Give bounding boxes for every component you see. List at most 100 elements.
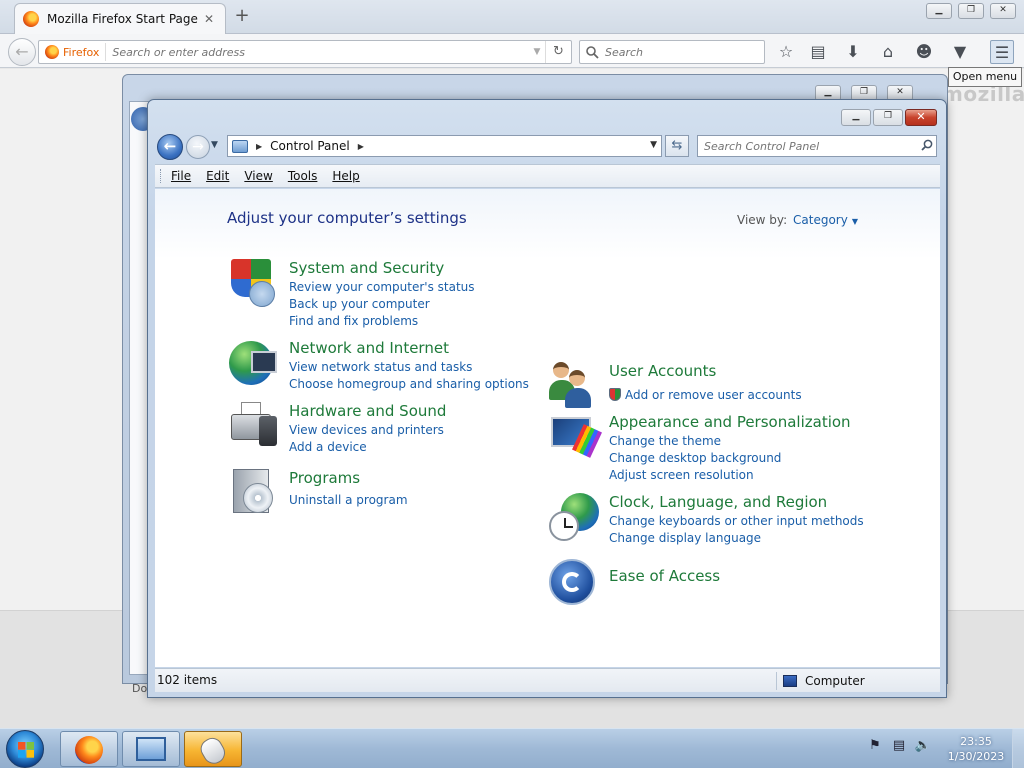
uac-shield-icon <box>609 388 621 401</box>
category-link[interactable]: Uninstall a program <box>289 493 408 507</box>
category-link[interactable]: Add a device <box>289 440 367 454</box>
cp-maximize-button[interactable]: ❐ <box>873 109 903 126</box>
windows-logo-icon <box>18 742 34 758</box>
volume-muted-icon[interactable]: 🔈 <box>914 737 932 755</box>
search-input[interactable] <box>605 45 755 59</box>
taskbar-control-panel-button[interactable] <box>122 731 180 767</box>
search-icon <box>586 45 599 59</box>
tab-mozilla-start-page[interactable]: Mozilla Firefox Start Page ✕ <box>14 3 226 34</box>
taskbar-mouse-button[interactable] <box>184 731 242 768</box>
category-title[interactable]: Appearance and Personalization <box>609 413 851 431</box>
view-by-value: Category <box>793 213 848 227</box>
category-link[interactable]: Change the theme <box>609 434 721 448</box>
cp-close-button[interactable]: ✕ <box>905 109 937 126</box>
firefox-identity-icon <box>45 45 59 59</box>
users-icon <box>549 360 597 408</box>
search-bar[interactable] <box>579 40 765 64</box>
new-tab-button[interactable]: + <box>232 6 252 26</box>
cp-minimize-button[interactable]: ▁ <box>841 109 871 126</box>
tab-close-icon[interactable]: ✕ <box>201 11 217 27</box>
category-title[interactable]: Clock, Language, and Region <box>609 493 827 511</box>
refresh-icon[interactable]: ⇆ <box>665 135 689 157</box>
printer-icon <box>229 402 277 450</box>
category-link[interactable]: Add or remove user accounts <box>609 388 802 402</box>
pocket-icon[interactable]: ▼ <box>948 40 972 64</box>
category-link[interactable]: Find and fix problems <box>289 314 418 328</box>
category-link[interactable]: Change keyboards or other input methods <box>609 514 864 528</box>
menu-grip <box>160 169 163 183</box>
recent-pages-dropdown-icon[interactable]: ▼ <box>211 140 218 150</box>
identity-box[interactable]: Firefox <box>39 43 107 61</box>
control-panel-icon <box>136 737 166 761</box>
system-tray: ⚑ ▤ 🔈 <box>866 737 932 755</box>
firefox-close-button[interactable]: ✕ <box>990 3 1016 19</box>
open-menu-tooltip: Open menu <box>948 67 1022 87</box>
menu-file[interactable]: File <box>171 169 191 183</box>
category-title[interactable]: Ease of Access <box>609 567 720 585</box>
firefox-icon <box>75 736 103 764</box>
breadcrumb-arrow-icon[interactable]: ▶ <box>256 142 262 151</box>
cp-search-input[interactable] <box>698 139 918 153</box>
identity-label: Firefox <box>63 45 100 59</box>
category-link-text: Add or remove user accounts <box>625 388 802 402</box>
category-link[interactable]: View network status and tasks <box>289 360 472 374</box>
breadcrumb-arrow-icon[interactable]: ▶ <box>358 142 364 151</box>
cp-back-button[interactable]: ← <box>157 134 183 160</box>
firefox-maximize-button[interactable]: ❐ <box>958 3 984 19</box>
cp-address-bar[interactable]: ▶ Control Panel ▶ ▼ <box>227 135 662 157</box>
url-dropdown-icon[interactable]: ▼ <box>529 47 545 57</box>
url-bar[interactable]: Firefox ▼ ↻ <box>38 40 572 64</box>
shield-icon <box>231 259 275 307</box>
menu-view[interactable]: View <box>244 169 272 183</box>
url-input[interactable] <box>106 45 529 59</box>
hello-chat-icon[interactable]: ☻ <box>912 40 936 64</box>
status-zone: Computer <box>776 672 865 690</box>
category-link[interactable]: Review your computer's status <box>289 280 475 294</box>
category-title[interactable]: Programs <box>289 469 360 487</box>
view-by-label: View by: <box>737 213 788 227</box>
category-title[interactable]: User Accounts <box>609 362 716 380</box>
cp-search-box[interactable] <box>697 135 937 157</box>
category-title[interactable]: System and Security <box>289 259 444 277</box>
category-title[interactable]: Hardware and Sound <box>289 402 446 420</box>
appearance-icon <box>549 413 602 461</box>
computer-icon <box>783 675 797 687</box>
open-menu-button[interactable]: ☰ <box>990 40 1014 64</box>
bookmarks-menu-icon[interactable]: ▤ <box>806 40 830 64</box>
show-desktop-button[interactable] <box>1012 729 1024 768</box>
taskbar-firefox-button[interactable] <box>60 731 118 767</box>
cp-forward-button[interactable]: → <box>186 135 210 159</box>
firefox-minimize-button[interactable]: ▁ <box>926 3 952 19</box>
reload-icon[interactable]: ↻ <box>545 41 571 63</box>
address-dropdown-icon[interactable]: ▼ <box>650 140 657 150</box>
network-icon[interactable]: ▤ <box>890 737 908 755</box>
firefox-logo-icon <box>23 11 39 27</box>
category-link[interactable]: View devices and printers <box>289 423 444 437</box>
control-panel-content: Adjust your computer’s settings View by:… <box>155 189 940 667</box>
ease-of-access-icon <box>549 559 597 607</box>
category-link[interactable]: Change desktop background <box>609 451 781 465</box>
menu-tools[interactable]: Tools <box>288 169 318 183</box>
view-by-dropdown[interactable]: Category ▼ <box>793 213 858 227</box>
category-link[interactable]: Change display language <box>609 531 761 545</box>
action-center-icon[interactable]: ⚑ <box>866 737 884 755</box>
category-link[interactable]: Choose homegroup and sharing options <box>289 377 529 391</box>
category-link[interactable]: Adjust screen resolution <box>609 468 754 482</box>
downloads-icon[interactable]: ⬇ <box>841 40 865 64</box>
menu-edit[interactable]: Edit <box>206 169 229 183</box>
bookmark-star-icon[interactable]: ☆ <box>774 40 798 64</box>
taskbar-clock[interactable]: 23:35 1/30/2023 <box>946 734 1006 764</box>
control-panel-window: ▁ ❐ ✕ ← → ▼ ▶ Control Panel ▶ ▼ ⇆ File E… <box>147 99 947 698</box>
network-globe-icon <box>229 339 277 387</box>
home-icon[interactable]: ⌂ <box>876 40 900 64</box>
chevron-down-icon: ▼ <box>851 217 858 226</box>
search-icon[interactable] <box>918 139 936 154</box>
taskbar: ⚑ ▤ 🔈 23:35 1/30/2023 <box>0 728 1024 768</box>
menu-help[interactable]: Help <box>332 169 359 183</box>
breadcrumb-control-panel[interactable]: Control Panel <box>270 139 350 153</box>
start-button[interactable] <box>6 730 44 768</box>
category-title[interactable]: Network and Internet <box>289 339 449 357</box>
back-button[interactable]: ← <box>8 38 36 66</box>
mouse-icon <box>196 734 230 768</box>
category-link[interactable]: Back up your computer <box>289 297 430 311</box>
